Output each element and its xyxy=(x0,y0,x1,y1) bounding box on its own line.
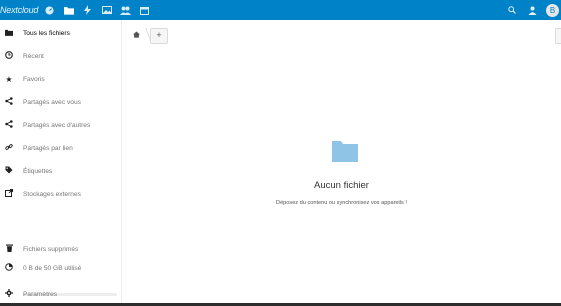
sidebar-item-label: Étiquettes xyxy=(23,167,53,175)
avatar[interactable]: B xyxy=(546,3,559,17)
sidebar-item-label: Partagés par lien xyxy=(23,144,73,152)
sidebar-item-label: Favoris xyxy=(23,75,45,83)
home-icon xyxy=(132,30,140,40)
sidebar-toggle-button[interactable] xyxy=(555,28,561,44)
quota-label: 0 B de 50 GB utilisé xyxy=(23,264,82,272)
photos-icon[interactable] xyxy=(97,0,116,20)
sidebar-item-label: Tous les fichiers xyxy=(23,29,70,37)
link-icon xyxy=(4,143,14,153)
sidebar-item-shared-by-link[interactable]: Partagés par lien xyxy=(0,138,121,158)
trash-icon xyxy=(4,244,14,254)
empty-title: Aucun fichier xyxy=(314,180,369,191)
add-new-button[interactable]: + xyxy=(150,28,168,44)
sidebar-item-label: Récent xyxy=(23,52,44,60)
sidebar-item-recent[interactable]: Récent xyxy=(0,46,121,66)
pie-chart-icon xyxy=(4,263,14,273)
empty-folder-icon xyxy=(332,140,358,162)
share-icon xyxy=(4,120,14,130)
sidebar-item-all-files[interactable]: Tous les fichiers xyxy=(0,23,121,43)
sidebar-item-deleted-files[interactable]: Fichiers supprimés xyxy=(0,239,121,259)
sidebar-item-shared-with-others[interactable]: Partagés avec d'autres xyxy=(0,115,121,135)
header-right: B xyxy=(502,0,561,20)
sidebar-item-label: Partagés avec d'autres xyxy=(23,121,91,129)
share-icon xyxy=(4,97,14,107)
app-menu xyxy=(40,0,154,20)
logo[interactable]: Nextcloud xyxy=(0,3,38,17)
folder-icon xyxy=(4,29,14,38)
sidebar-item-label: Partagés avec vous xyxy=(23,98,81,106)
sidebar-item-label: Fichiers supprimés xyxy=(23,245,79,253)
dashboard-icon[interactable] xyxy=(40,0,59,20)
sidebar-item-tags[interactable]: Étiquettes xyxy=(0,161,121,181)
calendar-icon[interactable] xyxy=(135,0,154,20)
top-header: Nextcloud B xyxy=(0,0,561,20)
clock-icon xyxy=(4,51,14,61)
tag-icon xyxy=(4,166,14,176)
sidebar-item-favorites[interactable]: ★ Favoris xyxy=(0,69,121,89)
sidebar-item-label: Stockages externes xyxy=(23,190,81,198)
files-icon[interactable] xyxy=(59,0,78,20)
sidebar: Tous les fichiers Récent ★ Favoris Parta… xyxy=(0,20,122,303)
star-icon: ★ xyxy=(5,74,13,84)
file-list-area: + Aucun fichier Déposez du contenu ou sy… xyxy=(122,20,561,303)
contacts-icon[interactable] xyxy=(116,0,135,20)
activity-icon[interactable] xyxy=(78,0,97,20)
sidebar-item-settings[interactable]: Paramètres xyxy=(0,284,121,304)
sidebar-item-external-storage[interactable]: Stockages externes xyxy=(0,184,121,204)
empty-subtitle: Déposez du contenu ou synchronisez vos a… xyxy=(276,200,407,206)
search-icon[interactable] xyxy=(502,0,522,20)
contacts-menu-icon[interactable] xyxy=(522,0,542,20)
sidebar-item-quota[interactable]: 0 B de 50 GB utilisé xyxy=(0,258,121,278)
gear-icon xyxy=(4,289,14,299)
sidebar-item-label: Paramètres xyxy=(23,290,58,298)
external-icon xyxy=(4,189,14,199)
sidebar-item-shared-with-you[interactable]: Partagés avec vous xyxy=(0,92,121,112)
